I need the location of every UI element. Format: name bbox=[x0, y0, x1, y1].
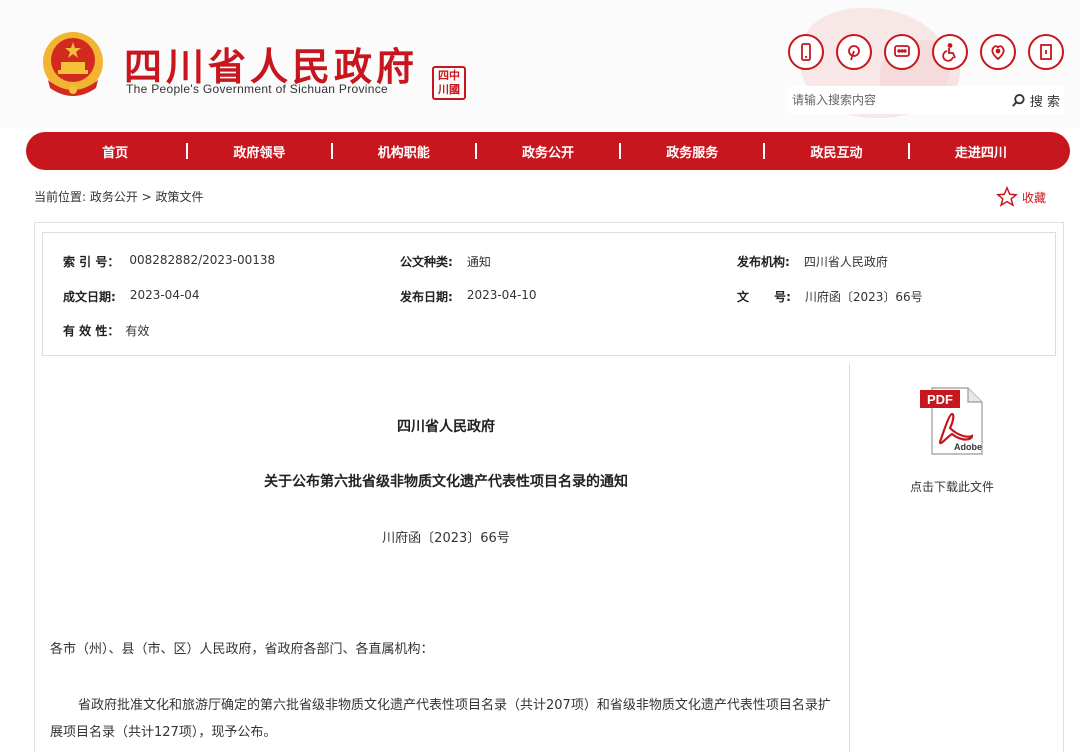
meta-doc-number: 文 号: 川府函〔2023〕66号 bbox=[737, 288, 923, 305]
search-button[interactable]: 搜 索 bbox=[1011, 91, 1064, 110]
meta-value: 通知 bbox=[466, 255, 491, 269]
search-box: 搜 索 bbox=[788, 86, 1064, 114]
favorite-button[interactable]: 收藏 bbox=[996, 186, 1046, 208]
document-number: 川府函〔2023〕66号 bbox=[382, 531, 510, 546]
meta-label: 发布机构: bbox=[737, 255, 790, 269]
site-header: 四川省人民政府 The People's Government of Sichu… bbox=[0, 0, 1080, 128]
document-org: 四川省人民政府 bbox=[397, 419, 495, 435]
meta-label: 有 效 性： bbox=[63, 324, 120, 338]
adobe-text: Adobe bbox=[954, 442, 982, 452]
seal-char: 川 bbox=[438, 83, 449, 96]
search-input[interactable] bbox=[788, 86, 1011, 114]
meta-value: 2023-04-10 bbox=[466, 288, 537, 302]
header-tools bbox=[788, 34, 1064, 70]
meta-value: 川府函〔2023〕66号 bbox=[804, 290, 923, 304]
mobile-icon[interactable] bbox=[788, 34, 824, 70]
seal-char: 國 bbox=[449, 83, 460, 96]
meta-value: 有效 bbox=[125, 324, 150, 338]
nav-item-leaders[interactable]: 政府领导 bbox=[188, 142, 330, 161]
site-subtitle: The People's Government of Sichuan Provi… bbox=[126, 82, 388, 96]
meta-validity: 有 效 性： 有效 bbox=[63, 322, 149, 339]
document-title: 关于公布第六批省级非物质文化遗产代表性项目名录的通知 bbox=[264, 474, 628, 490]
meta-label: 索 引 号： bbox=[63, 255, 120, 269]
document-paragraph: 省政府批准文化和旅游厅确定的第六批省级非物质文化遗产代表性项目名录（共计207项… bbox=[50, 698, 831, 740]
seal-char: 四 bbox=[438, 69, 449, 82]
meta-index: 索 引 号： 008282882/2023-00138 bbox=[63, 253, 275, 270]
nav-item-interaction[interactable]: 政民互动 bbox=[765, 142, 907, 161]
meta-label: 发布日期: bbox=[400, 290, 453, 304]
message-icon[interactable] bbox=[884, 34, 920, 70]
meta-label: 文 号: bbox=[737, 290, 791, 304]
nav-item-about-sichuan[interactable]: 走进四川 bbox=[910, 142, 1052, 161]
meta-label: 成文日期: bbox=[63, 290, 116, 304]
search-icon bbox=[1012, 93, 1025, 107]
meta-value: 四川省人民政府 bbox=[803, 255, 888, 269]
meta-value: 2023-04-04 bbox=[129, 288, 200, 302]
download-label: 点击下载此文件 bbox=[909, 480, 994, 494]
nav-item-services[interactable]: 政务服务 bbox=[621, 142, 763, 161]
national-emblem-icon[interactable] bbox=[38, 28, 108, 102]
favorite-label: 收藏 bbox=[1022, 190, 1047, 205]
meta-value: 008282882/2023-00138 bbox=[129, 253, 276, 267]
breadcrumb[interactable]: 当前位置: 政务公开 > 政策文件 bbox=[34, 188, 204, 205]
exit-icon[interactable] bbox=[1028, 34, 1064, 70]
meta-label: 公文种类: bbox=[400, 255, 453, 269]
document-body: 四川省人民政府 关于公布第六批省级非物质文化遗产代表性项目名录的通知 川府函〔2… bbox=[42, 364, 850, 752]
search-button-label: 搜 索 bbox=[1029, 94, 1060, 110]
meta-created: 成文日期: 2023-04-04 bbox=[63, 288, 200, 305]
main-nav: 首页 政府领导 机构职能 政务公开 政务服务 政民互动 走进四川 bbox=[26, 132, 1070, 170]
nav-item-home[interactable]: 首页 bbox=[44, 142, 186, 161]
document-meta: 索 引 号： 008282882/2023-00138 公文种类: 通知 发布机… bbox=[42, 232, 1056, 356]
seal-char: 中 bbox=[449, 69, 460, 82]
meta-publisher: 发布机构: 四川省人民政府 bbox=[737, 253, 888, 270]
pdf-badge: PDF bbox=[927, 392, 953, 407]
pdf-file-icon: PDF Adobe bbox=[920, 387, 983, 455]
meta-type: 公文种类: 通知 bbox=[400, 253, 491, 270]
meta-published: 发布日期: 2023-04-10 bbox=[400, 288, 537, 305]
pdf-download[interactable]: PDF Adobe 点击下载此文件 bbox=[892, 384, 1012, 495]
china-seal-logo: 四 中 川 國 bbox=[432, 66, 466, 100]
nav-item-public-affairs[interactable]: 政务公开 bbox=[477, 142, 619, 161]
elderly-care-icon[interactable] bbox=[980, 34, 1016, 70]
weibo-icon[interactable] bbox=[836, 34, 872, 70]
star-icon bbox=[996, 186, 1018, 207]
nav-item-functions[interactable]: 机构职能 bbox=[333, 142, 475, 161]
document-address: 各市（州）、县（市、区）人民政府，省政府各部门、各直属机构： bbox=[50, 642, 434, 657]
accessibility-icon[interactable] bbox=[932, 34, 968, 70]
